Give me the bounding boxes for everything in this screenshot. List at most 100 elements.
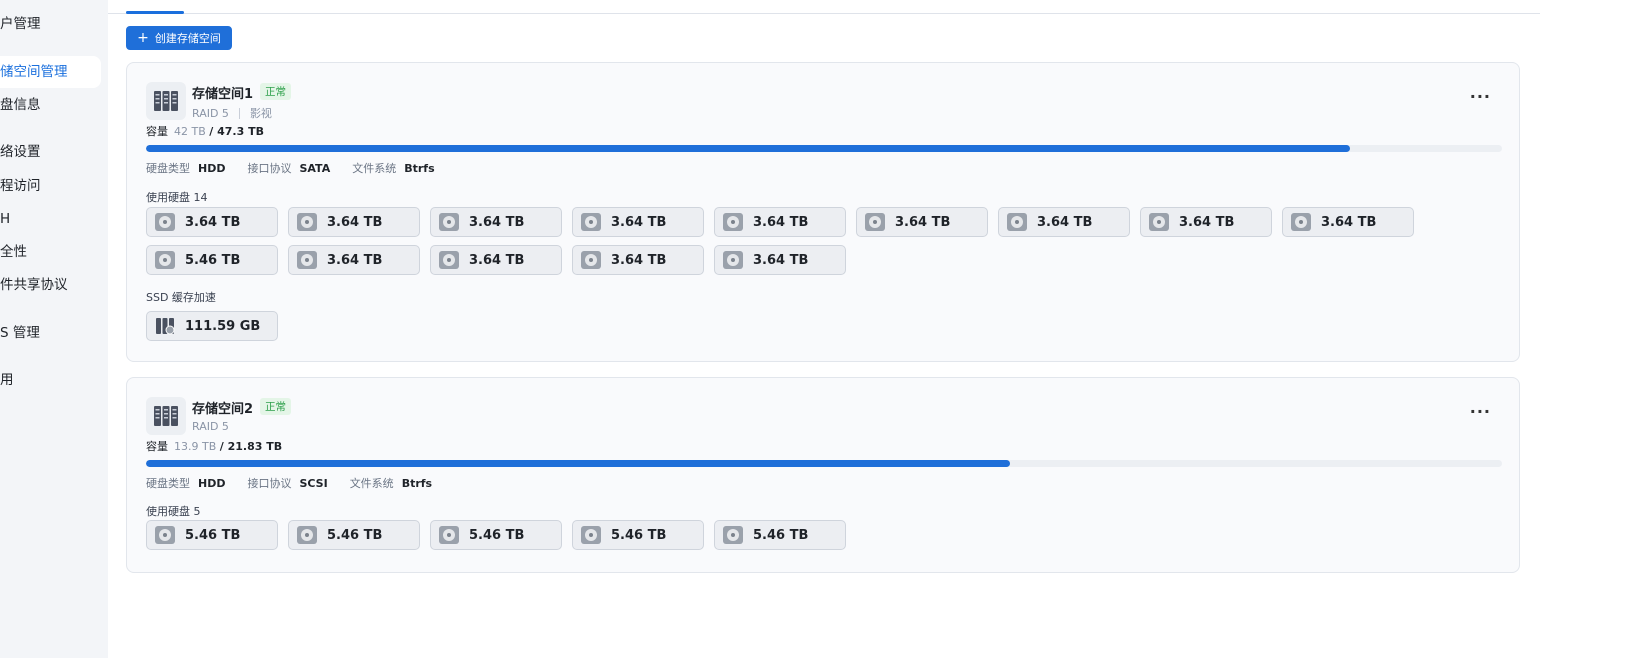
disk-chip[interactable]: 5.46 TB [146, 245, 278, 275]
disk-chip[interactable]: 3.64 TB [430, 245, 562, 275]
disk-chip[interactable]: 5.46 TB [572, 520, 704, 550]
disk-chip[interactable]: 3.64 TB [1282, 207, 1414, 237]
disk-chip[interactable]: 3.64 TB [572, 245, 704, 275]
sidebar-item-security[interactable]: 全性 [0, 236, 100, 268]
hard-drive-icon [439, 251, 459, 269]
server-rack-icon [146, 82, 186, 120]
sidebar-item-network-settings[interactable]: 络设置 [0, 136, 100, 168]
create-storage-label: 创建存储空间 [154, 32, 221, 45]
disk-size: 5.46 TB [327, 527, 383, 543]
disk-chip[interactable]: 5.46 TB [288, 520, 420, 550]
sidebar-item-file-sharing[interactable]: 件共享协议 [0, 269, 100, 301]
sidebar-item-label: 程访问 [0, 178, 41, 194]
prop-key: 文件系统 [349, 477, 394, 490]
disk-chip[interactable]: 3.64 TB [288, 245, 420, 275]
disk-chip[interactable]: 3.64 TB [572, 207, 704, 237]
ssd-cache-label: SSD 缓存加速 [146, 291, 216, 304]
capacity-progress-bar [146, 460, 1502, 467]
disk-size: 3.64 TB [611, 252, 667, 268]
capacity-line: 容量 13.9 TB / 21.83 TB [146, 438, 282, 454]
disk-size: 3.64 TB [753, 252, 809, 268]
sidebar-item-label: H [0, 211, 11, 227]
pool-subline: RAID 5 [192, 420, 229, 433]
hard-drive-icon [723, 526, 743, 544]
hard-drive-icon [581, 213, 601, 231]
disks-used-label: 使用硬盘 5 [146, 505, 201, 518]
sidebar: 户管理 储空间管理 盘信息 络设置 程访问 H 全性 件共享协议 S 管理 用 [0, 0, 108, 658]
disk-size: 3.64 TB [1037, 214, 1093, 230]
pool-title: 存储空间1 [192, 87, 254, 102]
sidebar-item-storage-management[interactable]: 储空间管理 [0, 56, 101, 88]
disk-size: 3.64 TB [611, 214, 667, 230]
disk-size: 3.64 TB [327, 252, 383, 268]
pool-properties: 硬盘类型 HDD 接口协议 SCSI 文件系统 Btrfs [146, 475, 454, 491]
capacity-label: 容量 [146, 440, 168, 453]
disks-used-label: 使用硬盘 14 [146, 191, 208, 204]
divider [238, 107, 240, 119]
hard-drive-icon [581, 526, 601, 544]
raid-level: RAID 5 [192, 106, 229, 120]
pool-title: 存储空间2 [192, 402, 254, 417]
hard-drive-icon [439, 213, 459, 231]
disk-chip[interactable]: 5.46 TB [714, 520, 846, 550]
sidebar-item-label: 盘信息 [0, 97, 41, 113]
hard-drive-icon [723, 251, 743, 269]
disk-chip[interactable]: 3.64 TB [146, 207, 278, 237]
hard-drive-icon [155, 526, 175, 544]
capacity-used: 13.9 TB [174, 440, 217, 453]
disk-chip[interactable]: 3.64 TB [714, 207, 846, 237]
capacity-label: 容量 [146, 125, 168, 138]
capacity-progress-fill [146, 460, 1010, 467]
prop-key: 接口协议 [247, 477, 292, 490]
sidebar-item-label: 件共享协议 [0, 277, 68, 293]
sidebar-item-apps[interactable]: 用 [0, 364, 100, 396]
disk-size: 5.46 TB [469, 527, 525, 543]
active-tab-indicator [126, 11, 184, 14]
sidebar-item-remote-access[interactable]: 程访问 [0, 170, 100, 202]
disk-size: 3.64 TB [469, 252, 525, 268]
hard-drive-icon [1291, 213, 1311, 231]
hard-drive-icon [723, 213, 743, 231]
disk-size: 3.64 TB [327, 214, 383, 230]
prop-value: HDD [198, 476, 226, 490]
pool-subline: RAID 5 影视 [192, 105, 272, 121]
tab-bar-divider [108, 13, 1540, 14]
sidebar-item-label: 全性 [0, 244, 27, 260]
sidebar-item-label: 用 [0, 372, 14, 388]
hard-drive-icon [155, 213, 175, 231]
sidebar-item-disk-info[interactable]: 盘信息 [0, 89, 100, 121]
sidebar-item-user-management[interactable]: 户管理 [0, 8, 100, 40]
disk-chip[interactable]: 3.64 TB [430, 207, 562, 237]
create-storage-button[interactable]: + 创建存储空间 [126, 26, 232, 50]
disk-size: 3.64 TB [185, 214, 241, 230]
disk-size: 5.46 TB [753, 527, 809, 543]
sidebar-item-s-management[interactable]: S 管理 [0, 317, 100, 349]
sidebar-item-label: S 管理 [0, 325, 40, 341]
disk-size: 5.46 TB [185, 527, 241, 543]
disk-chip[interactable]: 3.64 TB [998, 207, 1130, 237]
more-options-button[interactable]: ··· [1470, 402, 1491, 421]
ssd-disk-chip[interactable]: 111.59 GB [146, 311, 278, 341]
prop-value: SCSI [299, 476, 328, 490]
disk-chip[interactable]: 5.46 TB [430, 520, 562, 550]
disk-chip[interactable]: 3.64 TB [288, 207, 420, 237]
pool-properties: 硬盘类型 HDD 接口协议 SATA 文件系统 Btrfs [146, 160, 457, 176]
hard-drive-icon [1007, 213, 1027, 231]
prop-value: HDD [198, 161, 226, 175]
sidebar-item-ssh[interactable]: H [0, 203, 100, 235]
disk-chip[interactable]: 5.46 TB [146, 520, 278, 550]
disk-chip[interactable]: 3.64 TB [856, 207, 988, 237]
capacity-total: / 21.83 TB [219, 440, 283, 453]
prop-value: Btrfs [401, 476, 433, 490]
disk-size: 5.46 TB [185, 252, 241, 268]
hard-drive-icon [865, 213, 885, 231]
prop-key: 硬盘类型 [146, 477, 190, 490]
disk-size: 3.64 TB [1321, 214, 1377, 230]
disk-chip[interactable]: 3.64 TB [714, 245, 846, 275]
more-options-button[interactable]: ··· [1470, 87, 1491, 106]
raid-level: RAID 5 [192, 420, 229, 433]
sidebar-item-label: 户管理 [0, 16, 41, 32]
disk-size: 3.64 TB [1179, 214, 1235, 230]
disk-chip[interactable]: 3.64 TB [1140, 207, 1272, 237]
hard-drive-icon [1149, 213, 1169, 231]
